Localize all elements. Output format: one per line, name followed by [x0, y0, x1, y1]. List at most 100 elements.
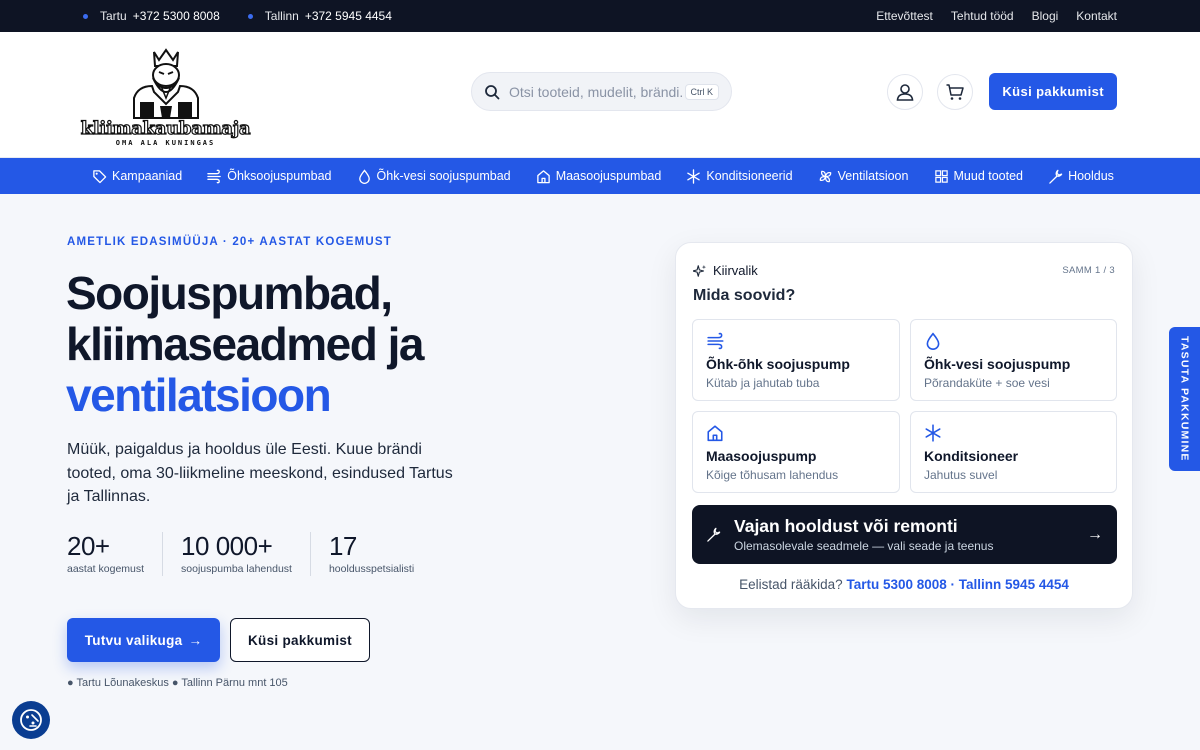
cookie-settings-icon — [20, 709, 42, 731]
free-quote-side-tab[interactable]: TASUTA PAKKUMINE — [1169, 327, 1200, 471]
hero-locations: ● Tartu Lõunakeskus ● Tallinn Pärnu mnt … — [67, 677, 288, 689]
nav-item-kampaaniad[interactable]: Kampaaniad — [92, 169, 182, 184]
user-icon — [896, 83, 914, 101]
quick-select-title-text: Kiirvalik — [713, 263, 758, 278]
search-icon — [485, 84, 500, 99]
account-button[interactable] — [887, 73, 924, 110]
stat-item: 17 hooldusspetsialisti — [329, 532, 432, 576]
hero-section: AMETLIK EDASIMÜÜJA · 20+ AASTAT KOGEMUST… — [0, 194, 1200, 750]
hero-title-accent: ventilatsioon — [66, 369, 332, 421]
site-logo[interactable]: kliimakaubamaja OMA ALA KUNINGAS — [80, 43, 251, 147]
tag-icon — [93, 169, 107, 183]
hero-stats: 20+ aastat kogemust 10 000+ soojuspumba … — [67, 532, 450, 576]
topbar-location-tallinn: Tallinn +372 5945 4454 — [247, 9, 392, 23]
nav-item-muud-tooted[interactable]: Muud tooted — [934, 169, 1024, 184]
nav-item-label: Õhksoojuspumbad — [227, 169, 332, 183]
quick-select-question: Mida soovid? — [693, 287, 796, 304]
search-bar[interactable]: Ctrl K — [471, 72, 732, 111]
hero-request-quote-button[interactable]: Küsi pakkumist — [230, 618, 370, 662]
option-subtitle: Kütab ja jahutab tuba — [706, 376, 820, 390]
topbar-link-blogi[interactable]: Blogi — [1032, 9, 1059, 23]
option-title: Maasoojuspump — [706, 448, 817, 464]
contact-phones: Eelistad rääkida? Tartu 5300 8008 · Tall… — [676, 577, 1132, 592]
request-quote-button[interactable]: Küsi pakkumist — [989, 73, 1117, 110]
topbar-link-ettevottest[interactable]: Ettevõttest — [876, 9, 933, 23]
browse-selection-button[interactable]: Tutvu valikuga → — [67, 618, 220, 662]
nav-item-konditsioneerid[interactable]: Konditsioneerid — [686, 168, 793, 184]
droplet-icon — [926, 332, 940, 350]
stat-value: 17 — [328, 531, 357, 561]
nav-item-hooldus[interactable]: Hooldus — [1048, 169, 1114, 184]
phone-separator: · — [946, 577, 959, 592]
cart-button[interactable] — [937, 73, 974, 110]
option-subtitle: Kõige tõhusam lahendus — [706, 468, 839, 482]
location-dot — [247, 13, 253, 19]
topbar-link-tehtud-tood[interactable]: Tehtud tööd — [951, 9, 1014, 23]
option-air-air-heat-pump[interactable]: Õhk-õhk soojuspump Kütab ja jahutab tuba — [692, 319, 900, 401]
cart-icon — [946, 83, 965, 100]
arrow-right-icon: → — [1087, 525, 1103, 543]
site-header: kliimakaubamaja OMA ALA KUNINGAS Ctrl K … — [0, 32, 1200, 158]
location-dot — [83, 13, 88, 19]
search-input[interactable] — [509, 83, 684, 100]
nav-item-label: Hooldus — [1068, 169, 1114, 183]
quick-select-title: Kiirvalik — [693, 263, 758, 278]
phone-link-tartu[interactable]: Tartu 5300 8008 — [846, 577, 946, 592]
nav-item-ohk-vesi[interactable]: Õhk-vesi soojuspumbad — [357, 168, 511, 184]
service-subtitle: Olemasolevale seadmele — vali seade ja t… — [734, 539, 994, 553]
browse-selection-label: Tutvu valikuga — [84, 632, 183, 648]
king-mascot-logo-icon — [132, 47, 199, 119]
nav-item-label: Muud tooted — [953, 169, 1024, 183]
service-repair-button[interactable]: Vajan hooldust või remonti Olemasolevale… — [692, 505, 1117, 564]
nav-item-label: Konditsioneerid — [706, 169, 793, 183]
sparkle-icon — [693, 264, 707, 277]
grid-icon — [934, 169, 948, 183]
nav-item-ventilatsioon[interactable]: Ventilatsioon — [818, 169, 908, 184]
stat-label: aastat kogemust — [67, 563, 145, 575]
home-icon — [536, 169, 550, 183]
option-air-conditioner[interactable]: Konditsioneer Jahutus suvel — [910, 411, 1117, 493]
stat-label: soojuspumba lahendust — [181, 563, 292, 575]
option-title: Konditsioneer — [924, 448, 1019, 464]
snowflake-icon — [687, 168, 701, 184]
hero-title: Soojuspumbad, kliimaseadmed ja ventilats… — [66, 267, 424, 421]
stat-value: 10 000+ — [181, 531, 273, 561]
wind-icon — [207, 169, 222, 183]
hero-title-line: kliimaseadmed ja — [66, 318, 424, 370]
wrench-icon — [707, 527, 721, 542]
service-title: Vajan hooldust või remonti — [734, 516, 958, 536]
quick-select-card: Kiirvalik SAMM 1 / 3 Mida soovid? Õhk-õh… — [675, 242, 1133, 609]
droplet-icon — [358, 168, 370, 184]
option-air-water-heat-pump[interactable]: Õhk-vesi soojuspump Põrandaküte + soe ve… — [910, 319, 1117, 401]
stat-label: hooldusspetsialisti — [328, 563, 415, 575]
nav-item-maasoojuspumbad[interactable]: Maasoojuspumbad — [536, 169, 662, 184]
option-title: Õhk-vesi soojuspump — [924, 356, 1071, 372]
hero-lead: Müük, paigaldus ja hooldus üle Eesti. Ku… — [67, 441, 453, 505]
snowflake-icon — [925, 424, 941, 442]
option-ground-heat-pump[interactable]: Maasoojuspump Kõige tõhusam lahendus — [692, 411, 900, 493]
stat-value: 20+ — [67, 531, 110, 561]
nav-item-label: Maasoojuspumbad — [555, 169, 662, 183]
top-bar: Tartu +372 5300 8008 Tallinn +372 5945 4… — [0, 0, 1200, 32]
cookie-settings-button[interactable] — [12, 701, 50, 739]
topbar-link-kontakt[interactable]: Kontakt — [1076, 9, 1117, 23]
nav-item-ohksoojuspumbad[interactable]: Õhksoojuspumbad — [207, 169, 331, 184]
option-subtitle: Jahutus suvel — [924, 468, 998, 482]
step-indicator: SAMM 1 / 3 — [1062, 265, 1115, 276]
wrench-icon — [1049, 169, 1063, 184]
main-nav: Kampaaniad Õhksoojuspumbad Õhk-vesi sooj… — [0, 158, 1200, 194]
topbar-phone-tallinn[interactable]: +372 5945 4454 — [305, 9, 392, 23]
side-tab-label: TASUTA PAKKUMINE — [1178, 336, 1191, 462]
home-icon — [707, 425, 723, 442]
phone-link-tallinn[interactable]: Tallinn 5945 4454 — [959, 577, 1069, 592]
hero-title-line: Soojuspumbad, — [66, 267, 393, 319]
fan-icon — [819, 170, 831, 182]
hero-eyebrow: AMETLIK EDASIMÜÜJA · 20+ AASTAT KOGEMUST — [67, 236, 392, 248]
topbar-city: Tartu — [100, 9, 127, 23]
option-title: Õhk-õhk soojuspump — [706, 356, 850, 372]
topbar-phone-tartu[interactable]: +372 5300 8008 — [133, 9, 220, 23]
phones-prefix: Eelistad rääkida? — [739, 577, 843, 592]
nav-item-label: Kampaaniad — [112, 169, 183, 183]
topbar-city: Tallinn — [264, 9, 299, 23]
logo-slogan: OMA ALA KUNINGAS — [115, 138, 216, 147]
